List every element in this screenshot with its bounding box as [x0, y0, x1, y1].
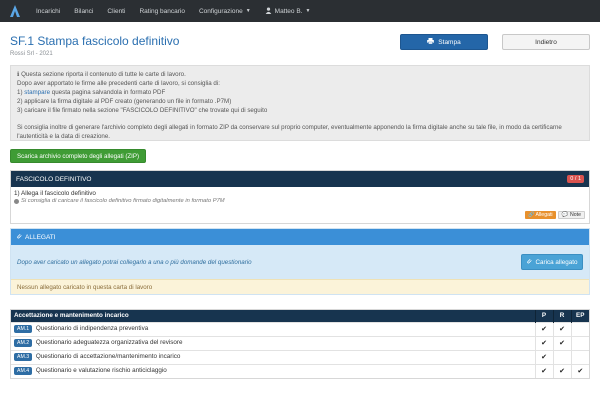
note-label: Note — [570, 212, 581, 218]
check-icon: ✔ — [534, 349, 553, 364]
info-box: ℹ Questa sezione riporta il contenuto di… — [10, 65, 590, 141]
allegati-header-title: ALLEGATI — [25, 233, 56, 241]
app-logo[interactable] — [8, 3, 22, 19]
table-title: Accettazione e mantenimento incarico — [11, 310, 535, 322]
check-icon: ✔ — [534, 335, 553, 350]
fascicolo-header-title: FASCICOLO DEFINITIVO — [16, 175, 92, 183]
user-icon — [265, 6, 272, 16]
table-row[interactable]: AM.3 Questionario di accettazione/manten… — [11, 349, 589, 364]
col-p: P — [534, 310, 553, 322]
table-header-row: Accettazione e mantenimento incarico P R… — [11, 310, 589, 322]
no-attachments-warning: Nessun allegato caricato in questa carta… — [11, 279, 589, 294]
progress-badge: 0 / 1 — [567, 175, 584, 183]
info-line-2: Dopo aver apportato le firme alle preced… — [17, 80, 220, 87]
print-button[interactable]: Stampa — [400, 34, 488, 50]
check-icon: ✔ — [534, 363, 553, 378]
attachments-button[interactable]: 🔗 Allegati — [525, 211, 556, 219]
row-code-badge: AM.4 — [14, 367, 33, 376]
row-label[interactable]: Questionario e valutazione rischio antic… — [36, 367, 167, 374]
fascicolo-item-hint-text: Si consiglia di caricare il fascicolo de… — [21, 198, 225, 204]
row-label-cell: AM.2 Questionario adeguatezza organizzat… — [11, 335, 535, 350]
attachments-label: Allegati — [535, 212, 553, 218]
row-code-badge: AM.3 — [14, 353, 33, 361]
row-label-cell: AM.1 Questionario di indipendenza preven… — [11, 321, 535, 336]
table-row[interactable]: AM.2 Questionario adeguatezza organizzat… — [11, 335, 589, 350]
row-label[interactable]: Questionario di accettazione/manteniment… — [36, 353, 181, 360]
comment-icon: 💬 — [561, 212, 569, 218]
info-step-2: 2) applicare la firma digitale al PDF cr… — [17, 98, 232, 105]
info-line-3: Si consiglia inoltre di generare l'archi… — [17, 124, 562, 140]
chevron-down-icon: ▼ — [245, 8, 251, 14]
title-block: SF.1 Stampa fascicolo definitivo Rossi S… — [10, 34, 179, 57]
paperclip-icon: 🔗 — [528, 212, 535, 218]
page-subtitle: Rossi Srl - 2021 — [10, 51, 53, 57]
fascicolo-header: FASCICOLO DEFINITIVO 0 / 1 — [11, 171, 589, 187]
info-step-1: 1) stampare questa pagina salvandola in … — [17, 88, 583, 97]
info-line-1-text: Questa sezione riporta il contenuto di t… — [21, 71, 186, 78]
info-icon: ℹ — [17, 71, 20, 78]
chevron-down-icon: ▼ — [305, 8, 311, 14]
allegati-body: Dopo aver caricato un allegato potrai co… — [11, 245, 589, 279]
nav-user-menu[interactable]: Matteo B. ▼ — [265, 6, 311, 16]
note-button[interactable]: 💬 Note — [557, 211, 585, 219]
top-navbar: Incarichi Bilanci Clienti Rating bancari… — [0, 0, 600, 22]
nav-clienti[interactable]: Clienti — [107, 8, 125, 15]
row-label[interactable]: Questionario adeguatezza organizzativa d… — [36, 339, 183, 346]
nav-configurazione-label: Configurazione — [198, 7, 243, 15]
check-icon — [570, 335, 589, 350]
print-icon — [427, 38, 435, 46]
print-link[interactable]: stampare — [24, 89, 50, 96]
title-row: SF.1 Stampa fascicolo definitivo Rossi S… — [10, 34, 590, 57]
fascicolo-body: 1) Allega il fascicolo definitivo Si con… — [11, 187, 589, 223]
fascicolo-item-title: 1) Allega il fascicolo definitivo — [14, 190, 96, 197]
fascicolo-item-actions: 🔗 Allegati 💬 Note — [525, 211, 585, 219]
download-zip-button[interactable]: Scarica archivio completo degli allegati… — [10, 149, 147, 163]
fascicolo-item-hint: Si consiglia di caricare il fascicolo de… — [14, 198, 586, 204]
paperclip-icon — [16, 233, 22, 241]
nav-bilanci[interactable]: Bilanci — [74, 8, 93, 15]
col-r: R — [552, 310, 571, 322]
table-row[interactable]: AM.4 Questionario e valutazione rischio … — [11, 363, 589, 378]
nav-incarichi[interactable]: Incarichi — [36, 8, 60, 15]
row-label-cell: AM.3 Questionario di accettazione/manten… — [11, 349, 535, 364]
back-button[interactable]: Indietro — [502, 34, 590, 50]
allegati-text: Dopo aver caricato un allegato potrai co… — [17, 258, 252, 266]
nav-rating-bancario[interactable]: Rating bancario — [139, 8, 185, 15]
title-actions: Stampa Indietro — [400, 34, 590, 50]
info-icon — [14, 198, 19, 204]
print-button-label: Stampa — [438, 38, 461, 46]
fascicolo-panel: FASCICOLO DEFINITIVO 0 / 1 1) Allega il … — [10, 170, 590, 224]
allegati-header: ALLEGATI — [11, 229, 589, 245]
info-step-1-rest: questa pagina salvandola in formato PDF — [51, 89, 166, 96]
page-title: SF.1 Stampa fascicolo definitivo — [10, 34, 180, 48]
nav-configurazione[interactable]: Configurazione ▼ — [199, 8, 251, 15]
info-step-3: 3) caricare il file firmato nella sezion… — [17, 107, 268, 114]
row-label[interactable]: Questionario di indipendenza preventiva — [36, 325, 148, 332]
acceptance-table-grid: Accettazione e mantenimento incarico P R… — [11, 310, 589, 378]
paperclip-icon — [526, 258, 533, 266]
acceptance-table: Accettazione e mantenimento incarico P R… — [10, 309, 590, 379]
check-icon: ✔ — [552, 321, 571, 336]
check-icon: ✔ — [534, 321, 553, 336]
info-line-1: ℹ Questa sezione riporta il contenuto di… — [17, 70, 583, 79]
check-icon — [570, 349, 589, 364]
check-icon: ✔ — [570, 363, 589, 378]
table-row[interactable]: AM.1 Questionario di indipendenza preven… — [11, 321, 589, 336]
check-icon: ✔ — [552, 363, 571, 378]
row-label-cell: AM.4 Questionario e valutazione rischio … — [11, 363, 535, 378]
user-name: Matteo B. — [274, 7, 303, 15]
check-icon — [570, 321, 589, 336]
check-icon: ✔ — [552, 335, 571, 350]
row-code-badge: AM.1 — [14, 325, 33, 333]
info-step-1-num: 1) — [17, 89, 23, 96]
main-content: SF.1 Stampa fascicolo definitivo Rossi S… — [0, 34, 600, 379]
allegati-panel: ALLEGATI Dopo aver caricato un allegato … — [10, 228, 590, 295]
upload-attachment-label: Carica allegato — [535, 258, 578, 266]
col-ep: EP — [570, 310, 589, 322]
row-code-badge: AM.2 — [14, 339, 33, 347]
check-icon — [552, 349, 571, 364]
upload-attachment-button[interactable]: Carica allegato — [521, 254, 583, 270]
